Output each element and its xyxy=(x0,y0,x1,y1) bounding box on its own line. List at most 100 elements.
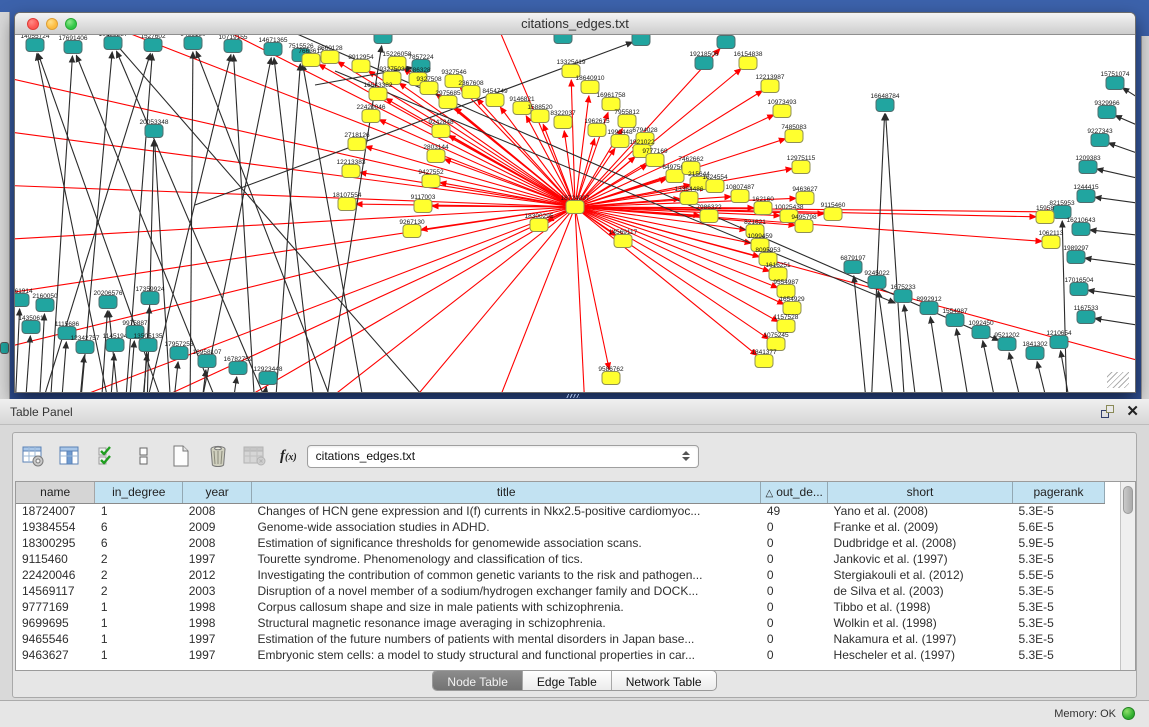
table-row[interactable]: 2242004622012Investigating the contribut… xyxy=(16,567,1105,583)
network-node[interactable] xyxy=(486,94,504,107)
network-node[interactable] xyxy=(1098,106,1116,119)
network-node[interactable] xyxy=(680,192,698,205)
network-node[interactable] xyxy=(414,200,432,213)
network-node[interactable] xyxy=(614,235,632,248)
table-row[interactable]: 977716911998Corpus callosum shape and si… xyxy=(16,599,1105,615)
network-node[interactable] xyxy=(754,202,772,215)
minimize-window-button[interactable] xyxy=(46,18,58,30)
network-node[interactable] xyxy=(700,210,718,223)
network-node[interactable] xyxy=(259,372,277,385)
network-node[interactable] xyxy=(1077,190,1095,203)
network-node[interactable] xyxy=(1091,134,1109,147)
table-row[interactable]: 1456911722003Disruption of a novel membe… xyxy=(16,583,1105,599)
network-node[interactable] xyxy=(141,292,159,305)
new-table-icon[interactable] xyxy=(169,444,193,468)
column-header-pagerank[interactable]: pagerank xyxy=(1013,482,1105,503)
network-node[interactable] xyxy=(144,39,162,52)
network-node[interactable] xyxy=(342,165,360,178)
network-node[interactable] xyxy=(184,37,202,50)
network-node[interactable] xyxy=(894,290,912,303)
table-select-dropdown[interactable]: citations_edges.txt xyxy=(307,445,699,468)
table-row[interactable]: 946554611997Estimation of the future num… xyxy=(16,631,1105,647)
network-node[interactable] xyxy=(706,180,724,193)
network-node[interactable] xyxy=(427,150,445,163)
network-node[interactable] xyxy=(422,175,440,188)
network-node[interactable] xyxy=(1072,223,1090,236)
row-height-icon[interactable] xyxy=(132,444,156,468)
network-node[interactable] xyxy=(998,338,1016,351)
table-row[interactable]: 1938455462009Genome-wide association stu… xyxy=(16,519,1105,535)
network-node[interactable] xyxy=(145,125,163,138)
network-node[interactable] xyxy=(920,302,938,315)
network-node[interactable] xyxy=(22,321,40,334)
network-node[interactable] xyxy=(1106,77,1124,90)
delete-table-icon[interactable] xyxy=(206,444,230,468)
float-panel-icon[interactable] xyxy=(1101,405,1114,418)
network-node[interactable] xyxy=(531,110,549,123)
network-node[interactable] xyxy=(104,37,122,50)
network-node[interactable] xyxy=(369,88,387,101)
tab-network-table[interactable]: Network Table xyxy=(612,671,716,691)
column-header-short[interactable]: short xyxy=(828,482,1013,503)
network-node[interactable] xyxy=(824,208,842,221)
split-pane-grip[interactable] xyxy=(566,394,580,398)
network-node[interactable] xyxy=(717,36,735,49)
network-node[interactable] xyxy=(99,296,117,309)
network-node[interactable] xyxy=(1077,311,1095,324)
network-node[interactable] xyxy=(374,35,392,44)
network-node[interactable] xyxy=(229,362,247,375)
network-node[interactable] xyxy=(439,96,457,109)
table-row[interactable]: 969969511998Structural magnetic resonanc… xyxy=(16,615,1105,631)
network-node[interactable] xyxy=(783,302,801,315)
network-node[interactable] xyxy=(198,355,216,368)
network-node[interactable] xyxy=(1079,161,1097,174)
network-node[interactable] xyxy=(632,35,650,46)
network-node[interactable] xyxy=(224,40,242,53)
network-node[interactable] xyxy=(352,60,370,73)
network-node[interactable] xyxy=(731,190,749,203)
network-node[interactable] xyxy=(695,57,713,70)
network-node[interactable] xyxy=(755,355,773,368)
network-node[interactable] xyxy=(139,339,157,352)
network-node[interactable] xyxy=(739,57,757,70)
network-node[interactable] xyxy=(796,192,814,205)
network-node[interactable] xyxy=(26,39,44,52)
network-node[interactable] xyxy=(785,130,803,143)
network-node[interactable] xyxy=(15,294,29,307)
network-node[interactable] xyxy=(1036,211,1054,224)
column-header-in_degree[interactable]: in_degree xyxy=(95,482,183,503)
table-row[interactable]: 946362711997Embryonic stem cells: a mode… xyxy=(16,647,1105,663)
tab-edge-table[interactable]: Edge Table xyxy=(523,671,612,691)
select-all-check-icon[interactable] xyxy=(95,444,119,468)
network-node[interactable] xyxy=(76,341,94,354)
window-titlebar[interactable]: citations_edges.txt xyxy=(15,13,1135,35)
network-node[interactable] xyxy=(1070,283,1088,296)
table-row[interactable]: 911546021997Tourette syndrome. Phenomeno… xyxy=(16,551,1105,567)
network-node[interactable] xyxy=(777,320,795,333)
network-node[interactable] xyxy=(1026,347,1044,360)
network-node[interactable] xyxy=(530,219,548,232)
tab-node-table[interactable]: Node Table xyxy=(433,671,523,691)
window-resize-grip[interactable] xyxy=(1107,372,1129,388)
network-node[interactable] xyxy=(1067,251,1085,264)
network-node[interactable] xyxy=(106,339,124,352)
network-node[interactable] xyxy=(64,41,82,54)
network-node[interactable] xyxy=(264,43,282,56)
network-node[interactable] xyxy=(36,299,54,312)
network-canvas[interactable]: 1405572417691406106532871527602946616010… xyxy=(15,35,1135,392)
network-node[interactable] xyxy=(611,135,629,148)
function-builder-icon[interactable]: f(x) xyxy=(280,448,297,465)
zoom-window-button[interactable] xyxy=(65,18,77,30)
column-header-name[interactable]: name xyxy=(16,482,95,503)
network-node[interactable] xyxy=(792,161,810,174)
table-row[interactable]: 1872400712008Changes of HCN gene express… xyxy=(16,503,1105,519)
network-node[interactable] xyxy=(554,116,572,129)
column-header-year[interactable]: year xyxy=(183,482,252,503)
network-node[interactable] xyxy=(554,35,572,44)
network-node[interactable] xyxy=(844,261,862,274)
network-node[interactable] xyxy=(348,138,366,151)
close-window-button[interactable] xyxy=(27,18,39,30)
close-panel-icon[interactable]: ✕ xyxy=(1126,405,1139,418)
network-node[interactable] xyxy=(362,110,380,123)
network-node[interactable] xyxy=(618,115,636,128)
